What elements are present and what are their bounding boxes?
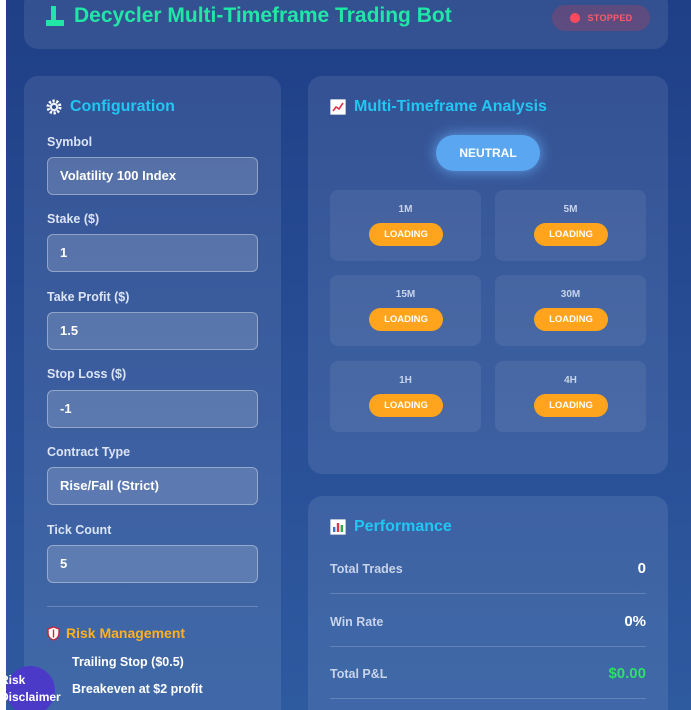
overall-signal-badge: NEUTRAL [436, 135, 540, 171]
symbol-label: Symbol [47, 135, 93, 149]
performance-panel: Performance Total Trades 0 Win Rate 0% T… [308, 496, 668, 710]
stat-value: 0% [624, 613, 646, 630]
timeframe-status-badge: LOADING [534, 223, 608, 246]
stat-value: $0.00 [608, 665, 646, 682]
risk-disclaimer-label[interactable]: Risk Disclaimer [0, 672, 80, 706]
stat-label: Win Rate [330, 615, 384, 629]
timeframe-label: 1M [398, 204, 413, 215]
timeframe-card-1h: 1H LOADING [330, 361, 481, 432]
shield-icon [47, 625, 60, 641]
symbol-select[interactable]: Volatility 100 Index [47, 157, 258, 195]
stake-input[interactable]: 1 [47, 234, 258, 272]
risk-item-trailing-stop: Trailing Stop ($0.5) [72, 655, 184, 669]
timeframe-card-15m: 15M LOADING [330, 275, 481, 346]
stat-row-win-rate: Win Rate 0% [330, 595, 646, 647]
risk-management-title: Risk Management [47, 625, 185, 641]
header-bar: Decycler Multi-Timeframe Trading Bot STO… [24, 0, 668, 49]
stop-loss-input[interactable]: -1 [47, 390, 258, 428]
timeframe-status-badge: LOADING [369, 223, 443, 246]
status-text: STOPPED [587, 13, 633, 23]
stat-row-total-pnl: Total P&L $0.00 [330, 647, 646, 699]
analysis-title-text: Multi-Timeframe Analysis [354, 98, 547, 115]
take-profit-label: Take Profit ($) [47, 290, 130, 304]
timeframe-status-badge: LOADING [369, 394, 443, 417]
timeframe-label: 15M [395, 289, 416, 300]
timeframe-status-badge: LOADING [369, 308, 443, 331]
performance-title: Performance [330, 518, 452, 536]
risk-disclaimer-line1: Risk [0, 673, 26, 687]
timeframe-card-5m: 5M LOADING [495, 190, 646, 261]
tick-count-label: Tick Count [47, 523, 112, 537]
configuration-title-text: Configuration [70, 98, 175, 115]
risk-disclaimer-line2: Disclaimer [0, 690, 61, 704]
bar-chart-icon [330, 519, 346, 535]
timeframe-status-badge: LOADING [534, 308, 608, 331]
app-title-text: Decycler Multi-Timeframe Trading Bot [74, 4, 452, 27]
contract-type-label: Contract Type [47, 445, 131, 459]
stat-label: Total P&L [330, 667, 388, 681]
analysis-title: Multi-Timeframe Analysis [330, 98, 547, 116]
gear-icon [46, 99, 62, 115]
app-container: Decycler Multi-Timeframe Trading Bot STO… [6, 0, 691, 710]
timeframe-card-4h: 4H LOADING [495, 361, 646, 432]
timeframe-card-1m: 1M LOADING [330, 190, 481, 261]
app-title: Decycler Multi-Timeframe Trading Bot [44, 4, 452, 28]
contract-type-select[interactable]: Rise/Fall (Strict) [47, 467, 258, 505]
timeframe-label: 4H [564, 375, 577, 386]
stop-loss-label: Stop Loss ($) [47, 367, 127, 381]
bot-icon [46, 6, 64, 26]
stat-value: 0 [637, 560, 646, 577]
tick-count-input[interactable]: 5 [47, 545, 258, 583]
configuration-panel: Configuration Symbol Volatility 100 Inde… [24, 76, 281, 710]
timeframe-card-30m: 30M LOADING [495, 275, 646, 346]
divider [47, 606, 258, 607]
analysis-panel: Multi-Timeframe Analysis NEUTRAL 1M LOAD… [308, 76, 668, 474]
timeframe-label: 5M [563, 204, 578, 215]
configuration-title: Configuration [46, 98, 175, 116]
take-profit-input[interactable]: 1.5 [47, 312, 258, 350]
stat-row-total-trades: Total Trades 0 [330, 542, 646, 594]
status-dot-icon [569, 13, 580, 23]
performance-title-text: Performance [354, 518, 452, 535]
timeframe-label: 1H [399, 375, 412, 386]
timeframe-label: 30M [560, 289, 581, 300]
stat-label: Total Trades [330, 562, 403, 576]
risk-item-breakeven: Breakeven at $2 profit [72, 682, 203, 696]
timeframe-status-badge: LOADING [534, 394, 608, 417]
stake-label: Stake ($) [47, 212, 100, 226]
risk-management-title-text: Risk Management [66, 625, 186, 641]
status-badge: STOPPED [552, 5, 650, 31]
chart-increasing-icon [330, 99, 346, 115]
